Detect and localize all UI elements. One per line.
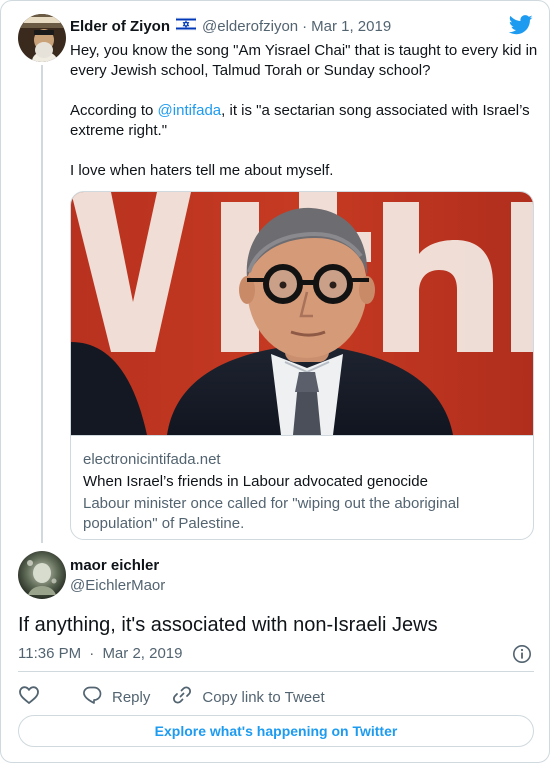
reply-date: Mar 2, 2019: [102, 645, 183, 662]
reply-time: 11:36 PM: [18, 645, 82, 662]
tweet-paragraph-prefix: According to: [70, 102, 158, 119]
tweet-actions: Reply Copy link to Tweet: [18, 685, 325, 709]
israel-flag-icon: [175, 16, 197, 35]
reply-tweet-text: If anything, it's associated with non-Is…: [18, 614, 438, 636]
like-button[interactable]: [18, 685, 50, 709]
separator-dot: ·: [302, 17, 308, 35]
reply-timestamp[interactable]: 11:36 PM · Mar 2, 2019: [18, 645, 182, 662]
original-author-handle[interactable]: @elderofziyon: [202, 18, 298, 35]
embedded-tweet-card: Elder of Ziyon @elderofziyon · Mar 1, 20…: [0, 0, 550, 763]
link-title[interactable]: When Israel’s friends in Labour advocate…: [83, 472, 521, 492]
avatar-elder-of-ziyon[interactable]: [18, 14, 66, 62]
explore-twitter-button[interactable]: Explore what's happening on Twitter: [18, 715, 534, 747]
link-description: Labour minister once called for "wiping …: [83, 495, 460, 532]
link-icon: [172, 685, 202, 709]
original-tweet-header: Elder of Ziyon @elderofziyon · Mar 1, 20…: [70, 16, 391, 35]
link-domain: electronicintifada.net: [83, 451, 221, 468]
copy-link-label: Copy link to Tweet: [202, 688, 325, 706]
info-icon[interactable]: [512, 644, 532, 669]
divider: [18, 671, 534, 672]
tweet-paragraph: Hey, you know the song "Am Yisrael Chai"…: [70, 42, 538, 79]
reply-bubble-icon: [82, 685, 112, 709]
news-photo: [71, 192, 533, 435]
copy-link-button[interactable]: Copy link to Tweet: [172, 685, 325, 709]
original-tweet-date[interactable]: Mar 1, 2019: [311, 18, 391, 35]
thread-connector-line: [41, 65, 43, 543]
separator-dot: ·: [89, 645, 95, 662]
link-preview-text: electronicintifada.net When Israel’s fri…: [71, 435, 533, 539]
reply-button-label: Reply: [112, 688, 151, 706]
reply-button[interactable]: Reply: [82, 685, 150, 709]
link-preview-card[interactable]: electronicintifada.net When Israel’s fri…: [70, 191, 534, 540]
original-author-name[interactable]: Elder of Ziyon: [70, 18, 170, 35]
heart-icon: [18, 685, 50, 709]
reply-author-name[interactable]: maor eichler: [70, 557, 159, 574]
avatar-maor-eichler[interactable]: [18, 551, 66, 599]
original-tweet-text: Hey, you know the song "Am Yisrael Chai"…: [70, 41, 540, 181]
twitter-bird-icon[interactable]: [508, 15, 533, 40]
tweet-paragraph: According to @intifada, it is "a sectari…: [70, 101, 540, 141]
mention-link[interactable]: @intifada: [158, 102, 222, 119]
tweet-paragraph: I love when haters tell me about myself.: [70, 162, 334, 179]
reply-author-handle[interactable]: @EichlerMaor: [70, 577, 165, 594]
